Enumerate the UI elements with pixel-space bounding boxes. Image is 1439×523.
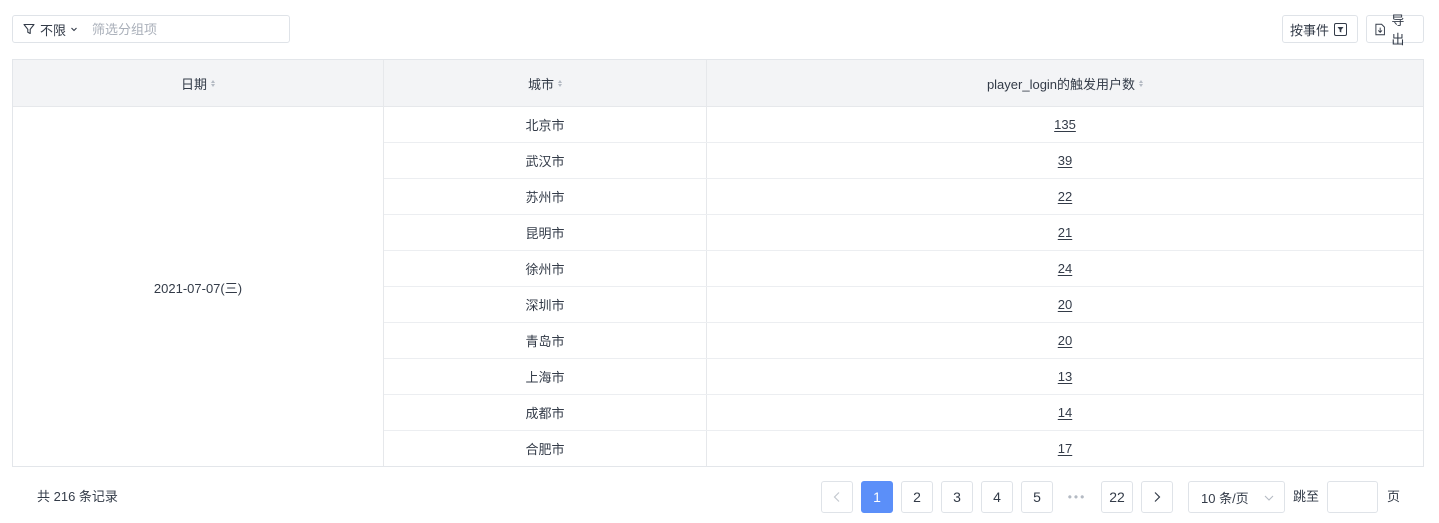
- page-button-4[interactable]: 4: [981, 481, 1013, 513]
- filter-dropdown[interactable]: 不限: [13, 16, 78, 42]
- table-body: 2021-07-07(三) 北京市 135 武汉市 39 苏州市 22 昆明市 …: [13, 107, 1423, 467]
- data-table: 日期 城市 player_login的触发用户数 2021-07-07(三) 北…: [12, 59, 1424, 467]
- city-cell: 深圳市: [525, 298, 565, 313]
- sort-icon: [211, 80, 215, 87]
- page-size-select[interactable]: 10 条/页: [1188, 481, 1285, 513]
- table-row: 合肥市 17: [384, 431, 1423, 467]
- page-unit-label: 页: [1387, 489, 1401, 504]
- city-cell: 苏州市: [525, 190, 565, 205]
- prev-page-button[interactable]: [821, 481, 853, 513]
- chevron-down-icon: [1264, 495, 1274, 501]
- by-event-button[interactable]: 按事件: [1282, 15, 1358, 43]
- count-cell: 22: [707, 179, 1423, 214]
- filter-icon: [23, 23, 35, 35]
- table-row: 昆明市 21: [384, 215, 1423, 251]
- export-label: 导出: [1391, 13, 1405, 47]
- export-icon: [1375, 23, 1385, 35]
- count-link[interactable]: 20: [1058, 333, 1072, 348]
- page-button-last[interactable]: 22: [1101, 481, 1133, 513]
- chevron-left-icon: [833, 492, 840, 502]
- count-cell: 20: [707, 323, 1423, 358]
- column-header-label: player_login的触发用户数: [986, 77, 1136, 92]
- sort-icon: [1139, 80, 1144, 87]
- table-row: 上海市 13: [384, 359, 1423, 395]
- filter-selected-label: 不限: [40, 22, 67, 38]
- city-cell: 青岛市: [525, 334, 565, 349]
- sort-icon: [558, 80, 562, 87]
- count-cell: 20: [707, 287, 1423, 322]
- count-link[interactable]: 135: [1054, 117, 1076, 132]
- count-link[interactable]: 14: [1058, 405, 1072, 420]
- toolbar: 不限 按事件 导出: [12, 13, 1424, 47]
- count-link[interactable]: 20: [1058, 297, 1072, 312]
- city-cell: 合肥市: [525, 442, 565, 457]
- page-ellipsis[interactable]: •••: [1061, 481, 1093, 513]
- page-button-3[interactable]: 3: [941, 481, 973, 513]
- count-link[interactable]: 13: [1058, 369, 1072, 384]
- count-cell: 13: [707, 359, 1423, 394]
- export-button[interactable]: 导出: [1366, 13, 1424, 47]
- table-row: 青岛市 20: [384, 323, 1423, 359]
- table-row: 苏州市 22: [384, 179, 1423, 215]
- column-header-date[interactable]: 日期: [13, 60, 383, 107]
- table-row: 深圳市 20: [384, 287, 1423, 323]
- table-row: 武汉市 39: [384, 143, 1423, 179]
- group-filter: 不限: [12, 15, 290, 43]
- city-cell: 武汉市: [525, 154, 565, 169]
- count-link[interactable]: 17: [1058, 441, 1072, 456]
- page-button-1[interactable]: 1: [861, 481, 893, 513]
- column-header-label: 城市: [527, 77, 554, 92]
- table-row: 成都市 14: [384, 395, 1423, 431]
- count-cell: 39: [707, 143, 1423, 178]
- count-cell: 21: [707, 215, 1423, 250]
- jump-to-label: 跳至: [1293, 489, 1320, 504]
- count-link[interactable]: 39: [1058, 153, 1072, 168]
- table-row: 徐州市 24: [384, 251, 1423, 287]
- city-cell: 上海市: [525, 370, 565, 385]
- next-page-button[interactable]: [1141, 481, 1173, 513]
- chevron-down-icon: [71, 27, 77, 32]
- city-cell: 成都市: [525, 406, 565, 421]
- filter-search-input[interactable]: [92, 17, 263, 41]
- city-cell: 徐州市: [525, 262, 565, 277]
- count-link[interactable]: 21: [1058, 225, 1072, 240]
- count-link[interactable]: 24: [1058, 261, 1072, 276]
- by-event-label: 按事件: [1290, 22, 1330, 38]
- date-cell: 2021-07-07(三): [153, 280, 243, 296]
- city-cell: 昆明市: [525, 226, 565, 241]
- total-records: 共 216 条记录: [37, 489, 118, 504]
- page-size-label: 10 条/页: [1201, 490, 1249, 506]
- column-header-label: 日期: [180, 77, 207, 92]
- table-row: 北京市 135: [384, 107, 1423, 143]
- count-cell: 14: [707, 395, 1423, 430]
- column-header-login-users[interactable]: player_login的触发用户数: [707, 60, 1423, 107]
- city-cell: 北京市: [525, 118, 565, 133]
- count-cell: 135: [707, 107, 1423, 142]
- page-button-2[interactable]: 2: [901, 481, 933, 513]
- count-link[interactable]: 22: [1058, 189, 1072, 204]
- count-cell: 17: [707, 431, 1423, 466]
- column-header-city[interactable]: 城市: [384, 60, 706, 107]
- page-button-5[interactable]: 5: [1021, 481, 1053, 513]
- count-cell: 24: [707, 251, 1423, 286]
- table-header: 日期 城市 player_login的触发用户数: [13, 60, 1423, 107]
- event-select-icon: [1334, 22, 1348, 36]
- chevron-right-icon: [1154, 492, 1161, 502]
- jump-page-input[interactable]: [1327, 481, 1378, 513]
